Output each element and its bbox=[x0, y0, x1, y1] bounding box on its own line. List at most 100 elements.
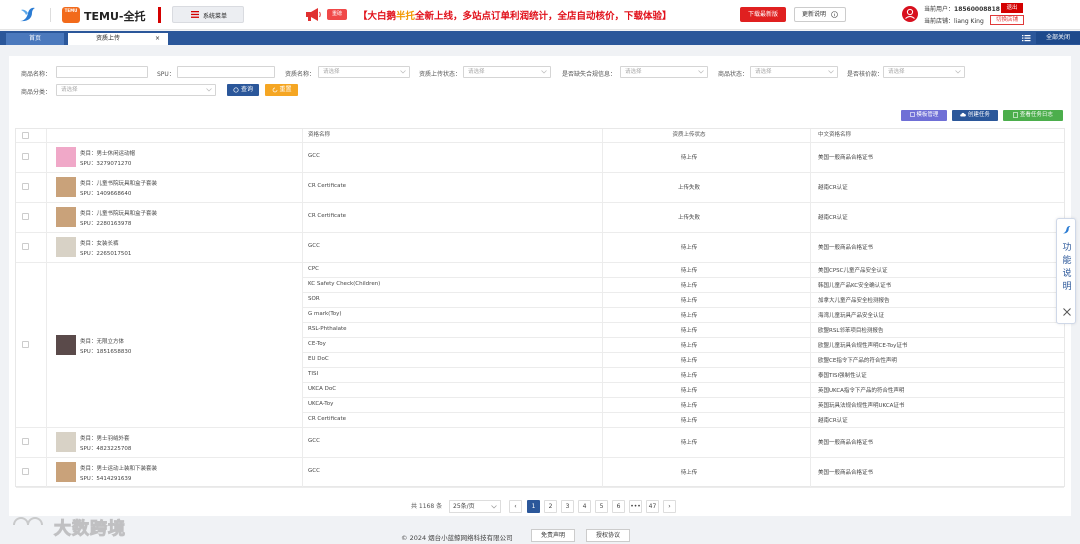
product-status-select[interactable]: 请选择 bbox=[750, 66, 838, 78]
divider bbox=[50, 8, 51, 22]
row-checkbox[interactable] bbox=[22, 340, 29, 348]
upload-status-cell: 待上传 bbox=[680, 155, 698, 161]
feature-guide-widget[interactable]: 功能说明 bbox=[1056, 218, 1076, 324]
page-button[interactable]: 5 bbox=[595, 500, 608, 513]
product-name-input[interactable] bbox=[56, 66, 148, 78]
temu-logo: TEMU bbox=[62, 7, 80, 23]
logout-button[interactable]: 退出 bbox=[1001, 3, 1023, 13]
qual-name-cell: KC Safety Check(Children) bbox=[308, 280, 381, 287]
search-icon bbox=[233, 86, 239, 93]
header-cn-name: 中文资格名称 bbox=[818, 132, 852, 138]
tab-list-icon[interactable] bbox=[1020, 32, 1032, 44]
watermark-text: 大数跨境 bbox=[54, 519, 126, 540]
cloud-icon bbox=[960, 112, 967, 117]
view-task-log-button[interactable]: 查看任务日志 bbox=[1003, 110, 1063, 121]
page-button[interactable]: 2 bbox=[544, 500, 557, 513]
feature-guide-label: 功能说明 bbox=[1062, 243, 1072, 292]
tab-home[interactable]: 首页 bbox=[6, 33, 64, 45]
upload-status-cell: 待上传 bbox=[680, 417, 698, 424]
product-spu: SPU：1851658830 bbox=[80, 348, 132, 355]
upload-status-cell: 待上传 bbox=[680, 312, 698, 319]
row-checkbox[interactable] bbox=[22, 213, 29, 220]
announce-prefix: 【大白鹅 bbox=[358, 11, 397, 22]
row-divider bbox=[302, 277, 1064, 278]
system-menu-button[interactable]: 系统菜单 bbox=[172, 6, 244, 23]
product-thumbnail bbox=[56, 207, 76, 227]
row-divider bbox=[16, 262, 1064, 263]
row-divider bbox=[302, 412, 1064, 413]
row-checkbox[interactable] bbox=[22, 438, 29, 445]
tab-close-icon[interactable]: × bbox=[155, 33, 160, 45]
page-size-value: 25条/页 bbox=[453, 503, 475, 510]
qual-name-cell: CR Certificate bbox=[308, 213, 346, 219]
next-page-button[interactable]: › bbox=[663, 500, 676, 513]
announce-highlight: 半托 bbox=[396, 11, 416, 22]
price-check-select[interactable]: 请选择 bbox=[883, 66, 965, 78]
page-size-select[interactable]: 25条/页 bbox=[449, 500, 501, 513]
chevron-down-icon bbox=[828, 70, 834, 74]
placeholder: 请选择 bbox=[468, 69, 485, 75]
user-avatar-icon[interactable] bbox=[902, 6, 918, 22]
category-select[interactable]: 请选择 bbox=[56, 84, 216, 96]
chevron-down-icon bbox=[955, 70, 961, 74]
disclaimer-button[interactable]: 免责声明 bbox=[531, 529, 575, 542]
row-checkbox[interactable] bbox=[22, 153, 29, 160]
row-checkbox[interactable] bbox=[22, 243, 29, 250]
close-icon[interactable] bbox=[1062, 307, 1072, 317]
cn-name-cell: 欧盟RSL邻苯项目检测报告 bbox=[818, 327, 884, 334]
chevron-down-icon bbox=[206, 88, 212, 92]
cn-name-cell: 越南CR认证 bbox=[818, 417, 848, 424]
cn-name-cell: 欧盟儿童玩具合规性声明CE-Toy证书 bbox=[818, 342, 908, 349]
template-manage-button[interactable]: 模板管理 bbox=[901, 110, 947, 121]
product-category: 类目：儿童书院玩具和盒子套装 bbox=[80, 211, 158, 217]
prev-page-button[interactable]: ‹ bbox=[509, 500, 522, 513]
switch-store-button[interactable]: 切换店铺 bbox=[990, 15, 1024, 25]
qual-name-select[interactable]: 请选择 bbox=[318, 66, 410, 78]
select-all-checkbox[interactable] bbox=[22, 132, 29, 139]
megaphone-icon bbox=[306, 8, 321, 21]
update-notes-button[interactable]: 更新说明 bbox=[794, 7, 846, 22]
row-checkbox[interactable] bbox=[22, 468, 29, 475]
create-task-button[interactable]: 创建任务 bbox=[952, 110, 998, 121]
page-button[interactable]: 1 bbox=[527, 500, 540, 513]
upload-status-cell: 上传失败 bbox=[677, 185, 700, 191]
column-divider bbox=[46, 129, 47, 487]
row-divider bbox=[302, 367, 1064, 368]
query-button[interactable]: 查询 bbox=[227, 84, 259, 96]
page-button[interactable]: 3 bbox=[561, 500, 574, 513]
spu-input[interactable] bbox=[177, 66, 275, 78]
row-checkbox[interactable] bbox=[22, 183, 29, 190]
row-divider bbox=[302, 382, 1064, 383]
product-thumbnail bbox=[56, 432, 76, 452]
license-button[interactable]: 授权协议 bbox=[586, 529, 630, 542]
more-pages-button[interactable]: ••• bbox=[629, 500, 642, 513]
page-button[interactable]: 6 bbox=[612, 500, 625, 513]
chevron-down-icon bbox=[541, 70, 547, 74]
placeholder: 请选择 bbox=[888, 69, 905, 75]
product-spu: SPU：1409668640 bbox=[80, 191, 132, 197]
row-divider bbox=[302, 292, 1064, 293]
row-divider bbox=[302, 307, 1064, 308]
qual-name-cell: CPC bbox=[308, 265, 319, 272]
view-task-log-label: 查看任务日志 bbox=[1019, 112, 1053, 118]
product-category: 类目：女装长裤 bbox=[80, 241, 119, 247]
close-all-tabs-button[interactable]: 全部关闭 bbox=[1036, 32, 1080, 44]
qual-name-cell: GCC bbox=[308, 153, 320, 159]
download-latest-button[interactable]: 下载最新版 bbox=[740, 7, 786, 22]
page-button[interactable]: 47 bbox=[646, 500, 659, 513]
qual-status-label: 资质上传状态： bbox=[419, 71, 462, 78]
tab-bar: 首页 资质上传 × 全部关闭 bbox=[0, 31, 1080, 45]
announcement-link[interactable]: 【大白鹅半托全新上线，多站点订单利润统计，全店自动核价，下载体验】 bbox=[358, 8, 672, 22]
product-spu: SPU：2280163978 bbox=[80, 221, 132, 227]
page-button[interactable]: 4 bbox=[578, 500, 591, 513]
tab-qualification-upload[interactable]: 资质上传 × bbox=[68, 33, 168, 45]
row-divider bbox=[302, 397, 1064, 398]
template-icon bbox=[909, 112, 915, 117]
reset-button[interactable]: 重置 bbox=[265, 84, 298, 96]
missing-compliance-select[interactable]: 请选择 bbox=[620, 66, 708, 78]
cn-name-cell: 加拿大儿童产品安全检测报告 bbox=[818, 297, 890, 304]
header-upload-status: 资质上传状态 bbox=[672, 132, 706, 138]
cn-name-cell: 韩国儿童产品KC安全确认证书 bbox=[818, 282, 892, 289]
qual-status-select[interactable]: 请选择 bbox=[463, 66, 551, 78]
header-qual-name: 资格名称 bbox=[308, 132, 331, 138]
